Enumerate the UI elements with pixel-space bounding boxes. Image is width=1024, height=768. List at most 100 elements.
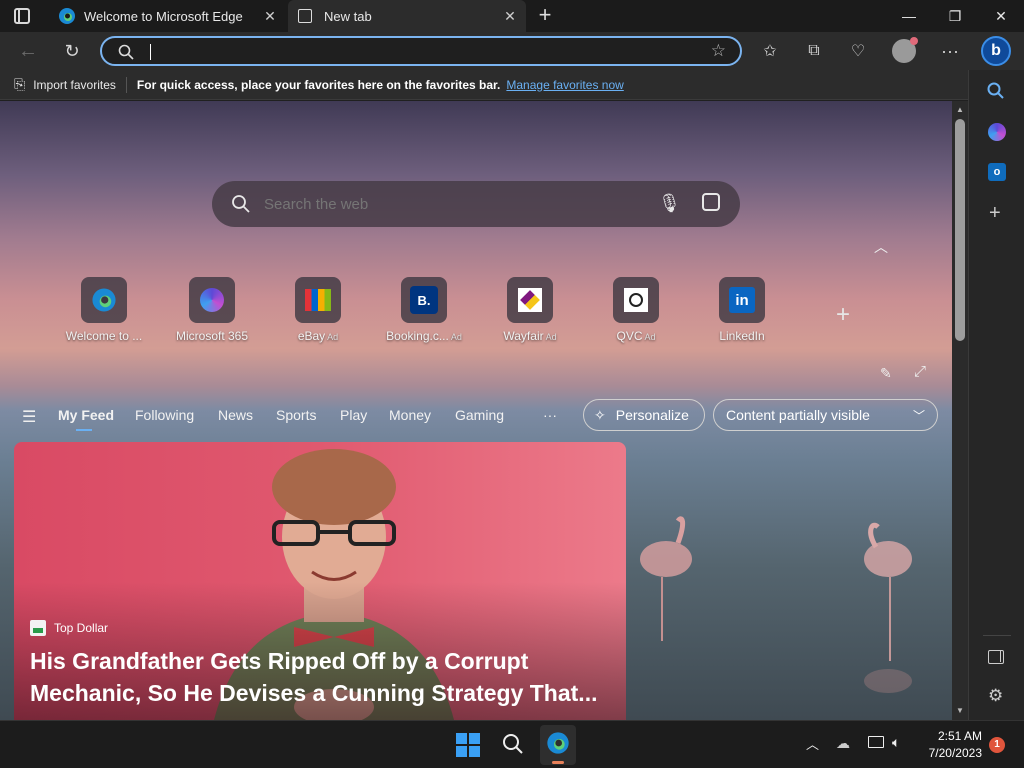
linkedin-icon: in <box>729 287 755 313</box>
import-favorites-button[interactable]: Import favorites <box>33 78 116 92</box>
search-icon <box>118 44 134 60</box>
tile-label: Wayfair <box>503 329 544 343</box>
favorite-star-icon[interactable]: ☆ <box>711 41 726 61</box>
feed-navigation: ☰ My Feed Following News Sports Play Mon… <box>0 399 952 435</box>
edit-background-icon[interactable]: ✎ <box>880 365 892 382</box>
settings-gear-icon[interactable]: ⚙ <box>988 686 1003 706</box>
volume-icon[interactable]: 🔈︎ <box>892 734 900 751</box>
taskbar-search-icon[interactable] <box>502 733 524 760</box>
quick-link-tile[interactable]: Microsoft 365 <box>167 277 257 343</box>
tab-new-tab[interactable]: New tab ✕ <box>288 0 526 32</box>
minimize-icon[interactable]: — <box>886 0 932 32</box>
favorites-divider <box>125 76 127 93</box>
web-search-box[interactable]: 🎙︎ <box>212 181 740 227</box>
address-bar[interactable]: ☆ <box>100 36 742 66</box>
bing-copilot-icon[interactable]: b <box>981 36 1011 66</box>
close-window-icon[interactable]: ✕ <box>978 0 1024 32</box>
text-cursor <box>150 44 151 60</box>
collapse-icon[interactable]: ︿ <box>874 237 888 257</box>
fullscreen-icon[interactable]: ⤢ <box>914 363 926 380</box>
windows-taskbar: ︿ ☁ 🔈︎ 2:51 AM 7/20/2023 1 <box>0 720 1024 768</box>
feed-tab-play[interactable]: Play <box>340 407 367 423</box>
scrollbar-thumb[interactable] <box>955 119 965 341</box>
feed-tab-money[interactable]: Money <box>389 407 431 423</box>
more-options-icon[interactable]: ··· <box>936 38 964 64</box>
source-name: Top Dollar <box>54 621 109 635</box>
ad-label: Ad <box>644 332 656 342</box>
close-tab-icon[interactable]: ✕ <box>502 8 518 24</box>
flamingo-illustration <box>640 516 912 693</box>
sidebar-search-icon[interactable] <box>987 82 1005 105</box>
chevron-down-icon: ﹀ <box>912 409 925 423</box>
scroll-down-icon[interactable]: ▼ <box>956 706 964 715</box>
ad-label: Ad <box>545 332 557 342</box>
tile-label: LinkedIn <box>719 329 765 343</box>
headline-line-1[interactable]: His Grandfather Gets Ripped Off by a Cor… <box>30 648 528 675</box>
taskbar-edge-icon[interactable] <box>540 725 576 765</box>
refresh-icon[interactable]: ↻ <box>58 38 86 64</box>
page-scrollbar[interactable]: ▲ ▼ <box>952 101 968 720</box>
qvc-icon <box>624 288 648 312</box>
add-shortcut-icon[interactable]: + <box>836 301 850 329</box>
feed-tab-my-feed[interactable]: My Feed <box>58 407 114 423</box>
feed-tab-news[interactable]: News <box>218 407 253 423</box>
ad-label: Ad <box>450 332 462 342</box>
manage-favorites-link[interactable]: Manage favorites now <box>506 78 623 92</box>
address-input[interactable] <box>148 41 688 61</box>
tile-label: Booking.c... <box>386 329 449 343</box>
tab-actions-icon[interactable] <box>14 8 30 24</box>
import-favorites-icon[interactable]: ⎘ <box>14 76 25 93</box>
collections-icon[interactable]: ⧉ <box>800 38 828 64</box>
show-hidden-icons-icon[interactable]: ︿ <box>806 734 819 753</box>
restore-icon[interactable]: ❐ <box>932 0 978 32</box>
profile-avatar[interactable] <box>890 37 918 64</box>
feed-tab-gaming[interactable]: Gaming <box>455 407 504 423</box>
microsoft-365-icon <box>200 288 224 312</box>
quick-link-tile[interactable]: in LinkedIn <box>697 277 787 343</box>
title-bar: Welcome to Microsoft Edge ✕ New tab ✕ + … <box>0 0 1024 32</box>
sidebar-add-icon[interactable]: + <box>989 202 1001 225</box>
microphone-icon[interactable]: 🎙︎ <box>658 193 681 214</box>
headline-line-2[interactable]: Mechanic, So He Devises a Cunning Strate… <box>30 680 597 707</box>
feed-tab-following[interactable]: Following <box>135 407 194 423</box>
close-tab-icon[interactable]: ✕ <box>262 8 278 24</box>
new-tab-icon[interactable]: + <box>534 4 556 26</box>
tab-welcome[interactable]: Welcome to Microsoft Edge ✕ <box>48 0 286 32</box>
quick-link-tile[interactable]: eBay Ad <box>273 277 363 343</box>
feed-menu-icon[interactable]: ☰ <box>22 407 36 427</box>
onedrive-icon[interactable]: ☁ <box>836 735 850 752</box>
search-icon <box>232 195 250 213</box>
hide-sidebar-icon[interactable] <box>988 650 1004 664</box>
personalize-button[interactable]: ✧ Personalize <box>583 399 705 431</box>
feed-tab-sports[interactable]: Sports <box>276 407 316 423</box>
feed-more-icon[interactable]: ··· <box>543 407 557 423</box>
clock-date[interactable]: 7/20/2023 <box>920 746 982 760</box>
browser-essentials-icon[interactable]: ♡ <box>844 38 872 64</box>
tab-title: Welcome to Microsoft Edge <box>84 8 243 24</box>
content-visibility-label: Content partially visible <box>726 407 870 423</box>
edge-icon <box>92 288 116 312</box>
quick-link-tile[interactable]: Wayfair Ad <box>485 277 575 343</box>
news-card[interactable]: Top Dollar His Grandfather Gets Ripped O… <box>14 442 626 720</box>
personalize-label: Personalize <box>615 407 689 423</box>
source-logo <box>30 620 46 636</box>
tile-label: eBay <box>297 329 326 343</box>
sidebar-microsoft-365-icon[interactable] <box>988 123 1006 141</box>
tile-label: Welcome to ... <box>65 329 143 343</box>
quick-link-tile[interactable]: B. Booking.c... Ad <box>379 277 469 343</box>
scroll-up-icon[interactable]: ▲ <box>956 105 964 114</box>
quick-link-tile[interactable]: Welcome to ... <box>59 277 149 343</box>
content-visibility-dropdown[interactable]: Content partially visible ﹀ <box>713 399 938 431</box>
edge-icon <box>59 8 75 24</box>
back-icon[interactable]: ← <box>14 38 42 64</box>
notification-badge[interactable]: 1 <box>989 737 1005 753</box>
sidebar-outlook-icon[interactable]: o <box>988 163 1006 181</box>
network-icon[interactable] <box>868 736 884 748</box>
clock-time[interactable]: 2:51 AM <box>930 729 982 743</box>
visual-search-icon[interactable] <box>702 193 720 211</box>
web-search-input[interactable] <box>264 195 644 213</box>
wayfair-icon <box>518 288 542 312</box>
favorites-icon[interactable]: ✩ <box>756 38 784 64</box>
windows-start-icon[interactable] <box>456 733 480 757</box>
quick-link-tile[interactable]: QVC Ad <box>591 277 681 343</box>
